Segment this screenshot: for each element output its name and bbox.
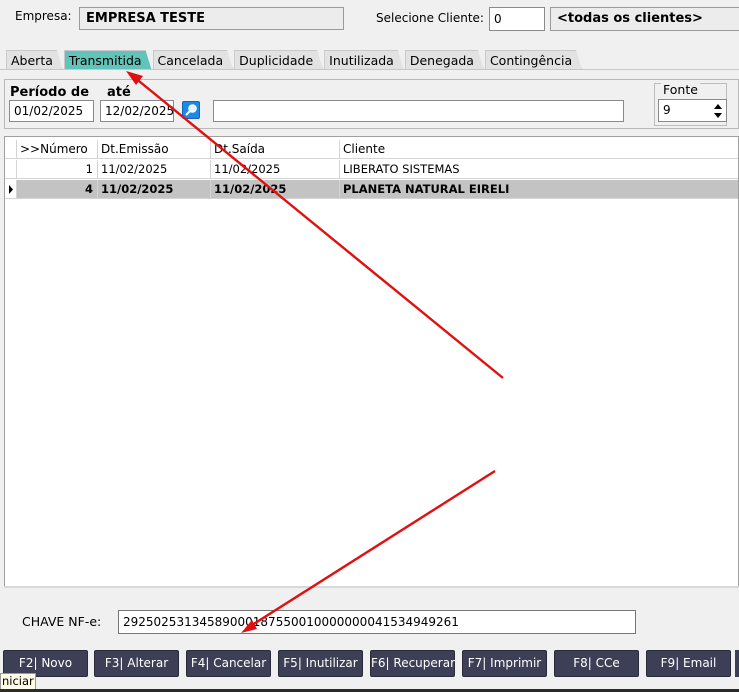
arrow-to-tab-icon xyxy=(126,71,504,379)
arrow-to-chave-icon xyxy=(241,469,496,633)
annotation-arrows xyxy=(126,71,504,633)
